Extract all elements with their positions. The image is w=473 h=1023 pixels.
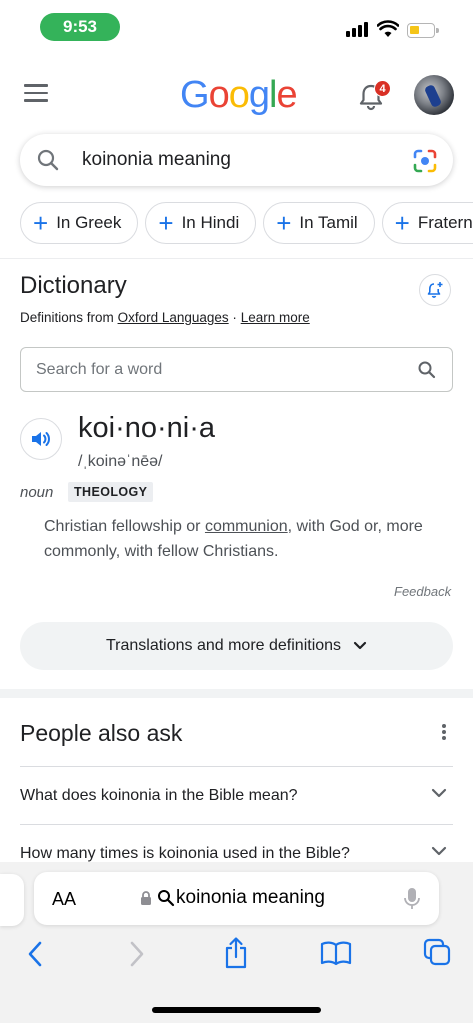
google-lens-icon[interactable] (412, 148, 438, 174)
search-query[interactable]: koinonia meaning (82, 149, 231, 171)
chip-label: In Greek (56, 213, 122, 232)
search-icon (158, 890, 175, 907)
definition-part: Christian fellowship or (44, 518, 205, 535)
cellular-signal-icon (346, 22, 368, 37)
paa-question-text: How many times is koinonia used in the B… (20, 845, 350, 862)
chip-fraternity[interactable]: + Fraternity (381, 202, 473, 244)
dictionary-source: Definitions from Oxford Languages · Lear… (20, 310, 310, 325)
forward-icon[interactable] (128, 940, 146, 968)
notification-count-badge: 4 (374, 80, 391, 97)
speaker-icon (32, 432, 50, 446)
microphone-icon[interactable] (404, 887, 420, 911)
phonetic-spelling: /ˌkoinəˈnēə/ (78, 453, 163, 470)
learn-more-link[interactable]: Learn more (241, 310, 310, 325)
address-bar[interactable]: AA koinonia meaning (34, 872, 439, 925)
chip-label: In Hindi (181, 213, 240, 232)
source-separator: · (232, 310, 237, 325)
feedback-link[interactable]: Feedback (394, 584, 451, 599)
pronunciation-button[interactable] (20, 418, 62, 460)
section-separator (0, 689, 473, 698)
word-search-field[interactable]: Search for a word (20, 347, 453, 392)
address-bar-url[interactable]: koinonia meaning (176, 887, 325, 909)
text-size-button[interactable]: AA (52, 889, 76, 910)
people-also-ask-title: People also ask (20, 720, 183, 746)
part-of-speech: noun (20, 484, 54, 501)
home-indicator (152, 1007, 321, 1013)
google-logo[interactable]: Google (180, 74, 298, 117)
lock-icon (141, 891, 151, 905)
add-notification-button[interactable] (419, 274, 451, 306)
subject-label: THEOLOGY (68, 482, 154, 502)
paa-question-text: What does koinonia in the Bible mean? (20, 787, 298, 804)
bell-plus-icon (427, 282, 443, 298)
definition-text: Christian fellowship or communion, with … (44, 514, 462, 564)
browser-toolbar: AA koinonia meaning (0, 862, 473, 1023)
more-options-icon[interactable] (442, 724, 448, 742)
hamburger-menu-icon[interactable] (24, 84, 48, 102)
headword: koi·no·ni·a (78, 412, 215, 444)
chip-label: Fraternity (417, 213, 473, 232)
account-avatar[interactable] (414, 75, 454, 115)
more-definitions-button[interactable]: Translations and more definitions (20, 622, 453, 670)
battery-icon (407, 23, 439, 38)
communion-link[interactable]: communion (205, 518, 288, 535)
plus-icon: + (158, 208, 174, 238)
more-definitions-label: Translations and more definitions (105, 637, 342, 654)
word-search-placeholder[interactable]: Search for a word (36, 361, 162, 379)
chevron-down-icon (431, 846, 447, 856)
previous-tab-preview[interactable] (0, 874, 24, 926)
dictionary-title: Dictionary (20, 272, 127, 299)
paa-question[interactable]: What does koinonia in the Bible mean? (20, 766, 453, 824)
search-icon (37, 149, 59, 171)
search-icon[interactable] (417, 360, 437, 380)
refinement-chips: + In Greek + In Hindi + In Tamil + Fraternity (20, 202, 473, 244)
chip-in-tamil[interactable]: + In Tamil (263, 202, 375, 244)
status-time: 9:53 (40, 13, 120, 41)
divider (0, 258, 473, 259)
chip-label: In Tamil (299, 213, 358, 232)
back-icon[interactable] (26, 940, 44, 968)
chevron-down-icon (431, 788, 447, 798)
status-bar: 9:53 (0, 0, 473, 54)
bookmarks-icon[interactable] (320, 940, 352, 966)
source-prefix: Definitions from (20, 310, 114, 325)
google-header: Google 4 (0, 60, 473, 130)
plus-icon: + (276, 208, 292, 238)
chip-in-greek[interactable]: + In Greek (20, 202, 139, 244)
chip-in-hindi[interactable]: + In Hindi (145, 202, 257, 244)
chevron-down-icon (353, 641, 367, 650)
plus-icon: + (394, 208, 410, 238)
search-box[interactable]: koinonia meaning (20, 134, 453, 186)
wifi-icon (377, 20, 399, 37)
plus-icon: + (33, 208, 49, 238)
tabs-icon[interactable] (423, 938, 451, 966)
oxford-languages-link[interactable]: Oxford Languages (118, 310, 229, 325)
share-icon[interactable] (223, 936, 249, 970)
